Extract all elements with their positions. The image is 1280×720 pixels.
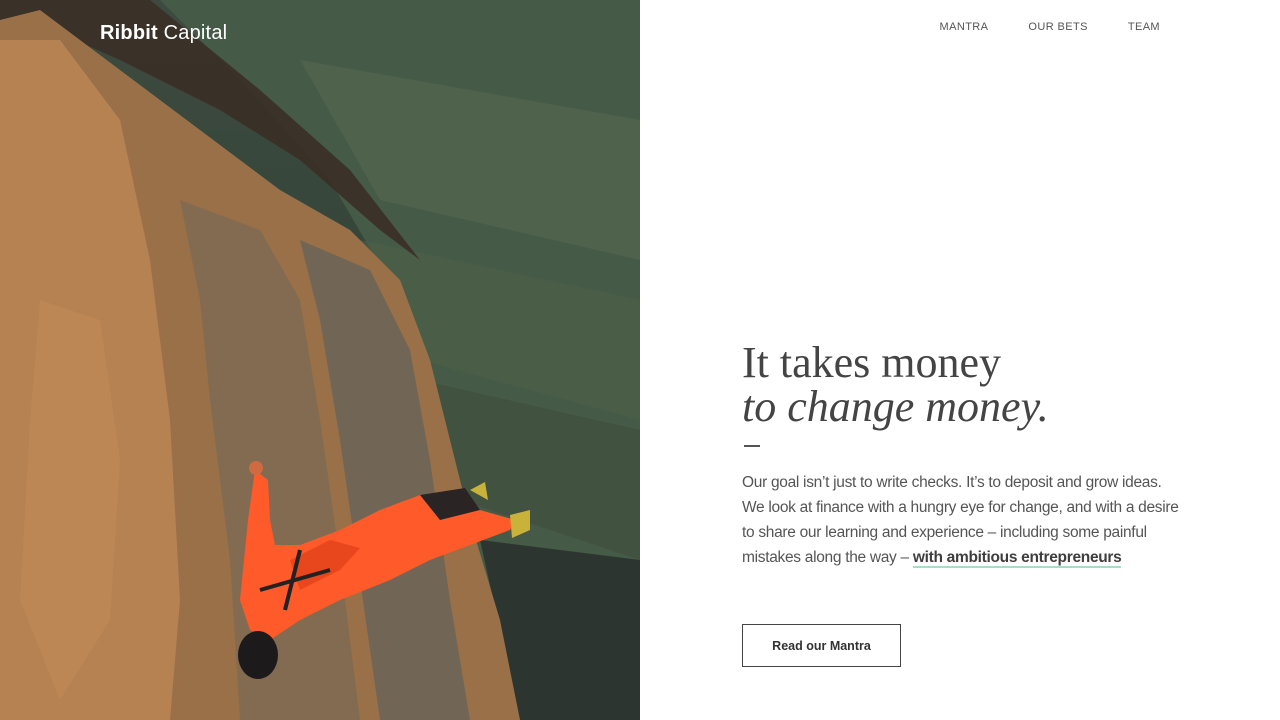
headline-line-2: to change money. — [742, 382, 1049, 431]
logo-bold-text: Ribbit — [100, 22, 158, 44]
divider-dash — [744, 445, 760, 447]
headline-line-1: It takes money — [742, 338, 1002, 387]
ribbit-capital-logo[interactable]: Ribbit Capital — [100, 22, 227, 45]
logo-regular-text: Capital — [163, 22, 228, 44]
hero-section: It takes money to change money. Our goal… — [742, 341, 1202, 570]
cliff-illustration — [0, 0, 640, 720]
hero-headline: It takes money to change money. — [742, 341, 1202, 429]
nav-item-team[interactable]: TEAM — [1128, 19, 1160, 35]
nav-item-our-bets[interactable]: OUR BETS — [1028, 19, 1087, 35]
hero-description: Our goal isn’t just to write checks. It’… — [742, 470, 1182, 570]
top-navigation: MANTRA OUR BETS TEAM — [900, 19, 1160, 35]
entrepreneurs-link[interactable]: with ambitious entrepreneurs — [912, 549, 1122, 568]
hero-photo: Ribbit Capital — [0, 0, 640, 720]
nav-item-mantra[interactable]: MANTRA — [940, 19, 989, 35]
read-mantra-button[interactable]: Read our Mantra — [742, 624, 901, 667]
